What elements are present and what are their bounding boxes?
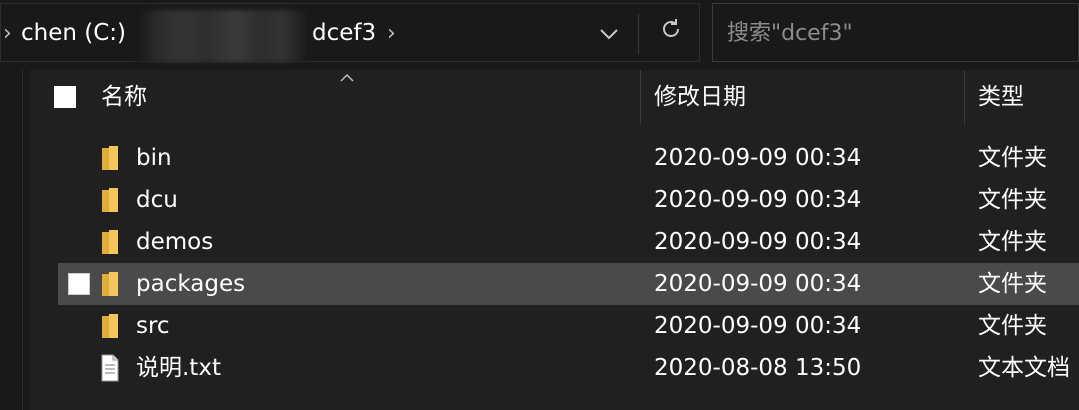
column-divider[interactable] — [640, 70, 641, 125]
file-row[interactable]: packages 2020-09-09 00:34 文件夹 — [58, 263, 1079, 305]
file-name[interactable]: src — [136, 305, 170, 347]
column-header-date[interactable]: 修改日期 — [654, 70, 746, 125]
file-modified-date: 2020-09-09 00:34 — [654, 271, 862, 297]
file-type: 文件夹 — [978, 145, 1047, 171]
row-checkbox[interactable] — [68, 273, 90, 295]
search-box[interactable] — [712, 3, 1079, 63]
file-type: 文件夹 — [978, 313, 1047, 339]
file-row[interactable]: dcu 2020-09-09 00:34 文件夹 — [58, 179, 1079, 221]
chevron-right-icon[interactable]: › — [387, 4, 396, 63]
column-header: 名称 修改日期 类型 — [30, 70, 1079, 125]
file-name[interactable]: bin — [136, 137, 172, 179]
file-name[interactable]: demos — [136, 221, 213, 263]
folder-icon — [100, 228, 120, 256]
file-row[interactable]: demos 2020-09-09 00:34 文件夹 — [58, 221, 1079, 263]
folder-icon — [100, 312, 120, 340]
file-modified-date: 2020-09-09 00:34 — [654, 229, 862, 255]
file-type: 文本文档 — [978, 355, 1070, 381]
column-header-type[interactable]: 类型 — [978, 70, 1024, 125]
address-divider — [638, 14, 639, 54]
folder-icon — [100, 270, 120, 298]
file-modified-date: 2020-09-09 00:34 — [654, 187, 862, 213]
breadcrumb-current-folder[interactable]: dcef3 — [312, 4, 376, 63]
column-header-name[interactable]: 名称 — [101, 70, 147, 125]
file-row[interactable]: bin 2020-09-09 00:34 文件夹 — [58, 137, 1079, 179]
file-modified-date: 2020-09-09 00:34 — [654, 313, 862, 339]
file-name[interactable]: packages — [136, 263, 245, 305]
file-row[interactable]: 说明.txt 2020-08-08 13:50 文本文档 — [58, 347, 1079, 389]
file-name[interactable]: dcu — [136, 179, 178, 221]
search-input[interactable] — [725, 4, 1069, 63]
file-row[interactable]: src 2020-09-09 00:34 文件夹 — [58, 305, 1079, 347]
redacted-breadcrumb — [136, 10, 306, 62]
column-divider[interactable] — [964, 70, 965, 125]
select-all-checkbox[interactable] — [54, 86, 76, 108]
file-modified-date: 2020-08-08 13:50 — [654, 355, 862, 381]
file-modified-date: 2020-09-09 00:34 — [654, 145, 862, 171]
file-type: 文件夹 — [978, 187, 1047, 213]
navigation-pane-edge — [22, 70, 23, 410]
folder-icon — [100, 186, 120, 214]
file-type: 文件夹 — [978, 271, 1047, 297]
address-bar[interactable]: › chen (C:) dcef3 › — [0, 3, 700, 62]
file-type: 文件夹 — [978, 229, 1047, 255]
folder-icon — [100, 144, 120, 172]
text-file-icon — [100, 354, 120, 382]
breadcrumb-drive[interactable]: chen (C:) — [21, 4, 126, 63]
refresh-icon[interactable] — [646, 4, 696, 63]
file-name[interactable]: 说明.txt — [136, 347, 221, 389]
navigation-bar: › chen (C:) dcef3 › — [0, 0, 1079, 63]
chevron-down-icon[interactable] — [586, 4, 631, 63]
chevron-right-icon: › — [3, 21, 12, 46]
